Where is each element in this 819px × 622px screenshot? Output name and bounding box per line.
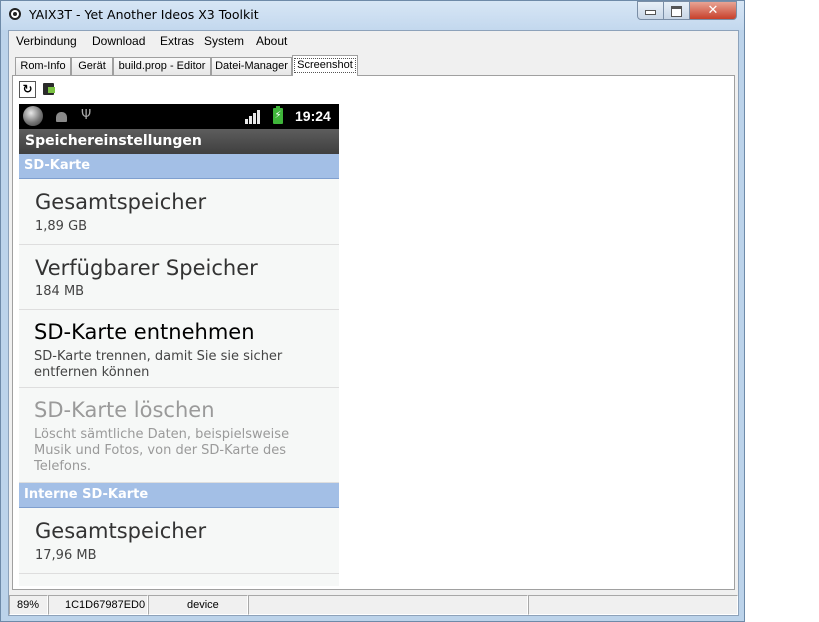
- list-item-available-storage[interactable]: Verfügbarer Speicher 184 MB: [19, 245, 339, 310]
- screen-title: Speichereinstellungen: [19, 129, 339, 154]
- maximize-icon: [671, 6, 682, 17]
- globe-icon: [23, 106, 43, 126]
- tab-buildprop-editor[interactable]: build.prop - Editor: [113, 57, 211, 75]
- window-status-bar: 89% 1C1D67987ED0 device: [9, 595, 738, 615]
- list-item-title: Gesamtspeicher: [35, 190, 207, 214]
- tab-datei-manager[interactable]: Datei-Manager: [211, 57, 292, 75]
- menu-about[interactable]: About: [256, 34, 287, 48]
- menu-extras[interactable]: Extras: [160, 34, 194, 48]
- list-item-erase-sd[interactable]: SD-Karte löschen Löscht sämtliche Daten,…: [19, 388, 339, 483]
- window-title: YAIX3T - Yet Another Ideos X3 Toolkit: [29, 7, 259, 22]
- signal-icon: [245, 110, 263, 124]
- list-item-subtitle: 17,96 MB: [35, 548, 97, 563]
- list-item-subtitle: SD-Karte trennen, damit Sie sie sicher e…: [34, 349, 283, 380]
- minimize-icon: [645, 10, 656, 15]
- status-serial: 1C1D67987ED0: [48, 595, 148, 615]
- list-item-total-storage[interactable]: Gesamtspeicher 1,89 GB: [19, 179, 339, 245]
- usb-icon: Ψ: [81, 108, 92, 123]
- battery-icon: ⚡: [273, 106, 283, 124]
- tab-geraet[interactable]: Gerät: [71, 57, 113, 75]
- list-item-subtitle: Löscht sämtliche Daten, beispielsweise M…: [34, 427, 290, 474]
- list-item-unmount-sd[interactable]: SD-Karte entnehmen SD-Karte trennen, dam…: [19, 310, 339, 388]
- tab-screenshot-label: Screenshot: [294, 58, 356, 73]
- android-icon: [56, 112, 67, 122]
- phone-clock: 19:24: [295, 108, 331, 124]
- status-zoom: 89%: [9, 595, 48, 615]
- list-item-title: SD-Karte entnehmen: [34, 320, 255, 344]
- tab-rom-info[interactable]: Rom-Info: [15, 57, 71, 75]
- app-window: YAIX3T - Yet Another Ideos X3 Toolkit ✕ …: [0, 0, 745, 622]
- minimize-button[interactable]: [637, 1, 664, 20]
- list-item-title: Gesamtspeicher: [35, 519, 207, 543]
- menu-verbindung[interactable]: Verbindung: [16, 34, 77, 48]
- list-item-internal-total-storage[interactable]: Gesamtspeicher 17,96 MB: [19, 508, 339, 574]
- list-item-subtitle: 1,89 GB: [35, 219, 88, 234]
- save-screenshot-button[interactable]: [40, 81, 57, 98]
- menu-download[interactable]: Download: [92, 34, 145, 48]
- status-panel-empty-2: [528, 595, 738, 615]
- phone-status-bar: Ψ ⚡ 19:24: [19, 104, 339, 129]
- section-header-sd-card: SD-Karte: [19, 154, 339, 179]
- close-icon: ✕: [707, 3, 719, 18]
- close-button[interactable]: ✕: [689, 1, 737, 20]
- refresh-icon: ↻: [22, 82, 33, 96]
- tab-screenshot[interactable]: Screenshot: [292, 55, 358, 76]
- list-item-subtitle: 184 MB: [35, 284, 85, 299]
- list-item-title: SD-Karte löschen: [34, 398, 215, 422]
- save-screenshot-icon: [43, 83, 55, 95]
- refresh-button[interactable]: ↻: [19, 81, 36, 98]
- menu-bar: Verbindung Download Extras System About: [9, 31, 738, 51]
- phone-screenshot: Ψ ⚡ 19:24 Speichereinstellungen SD-Karte…: [19, 104, 339, 586]
- status-panel-empty-1: [248, 595, 528, 615]
- list-item-title: Verfügbarer Speicher: [35, 256, 258, 280]
- screenshot-panel: ↻ Ψ ⚡ 19:24 Speichereinstellungen SD-Kar…: [12, 75, 735, 590]
- maximize-button[interactable]: [663, 1, 690, 20]
- app-icon[interactable]: [9, 8, 21, 20]
- status-device-state: device: [148, 595, 248, 615]
- menu-system[interactable]: System: [204, 34, 244, 48]
- section-header-internal-sd: Interne SD-Karte: [19, 483, 339, 508]
- client-area: Verbindung Download Extras System About …: [8, 30, 739, 616]
- title-bar[interactable]: YAIX3T - Yet Another Ideos X3 Toolkit ✕: [1, 1, 744, 30]
